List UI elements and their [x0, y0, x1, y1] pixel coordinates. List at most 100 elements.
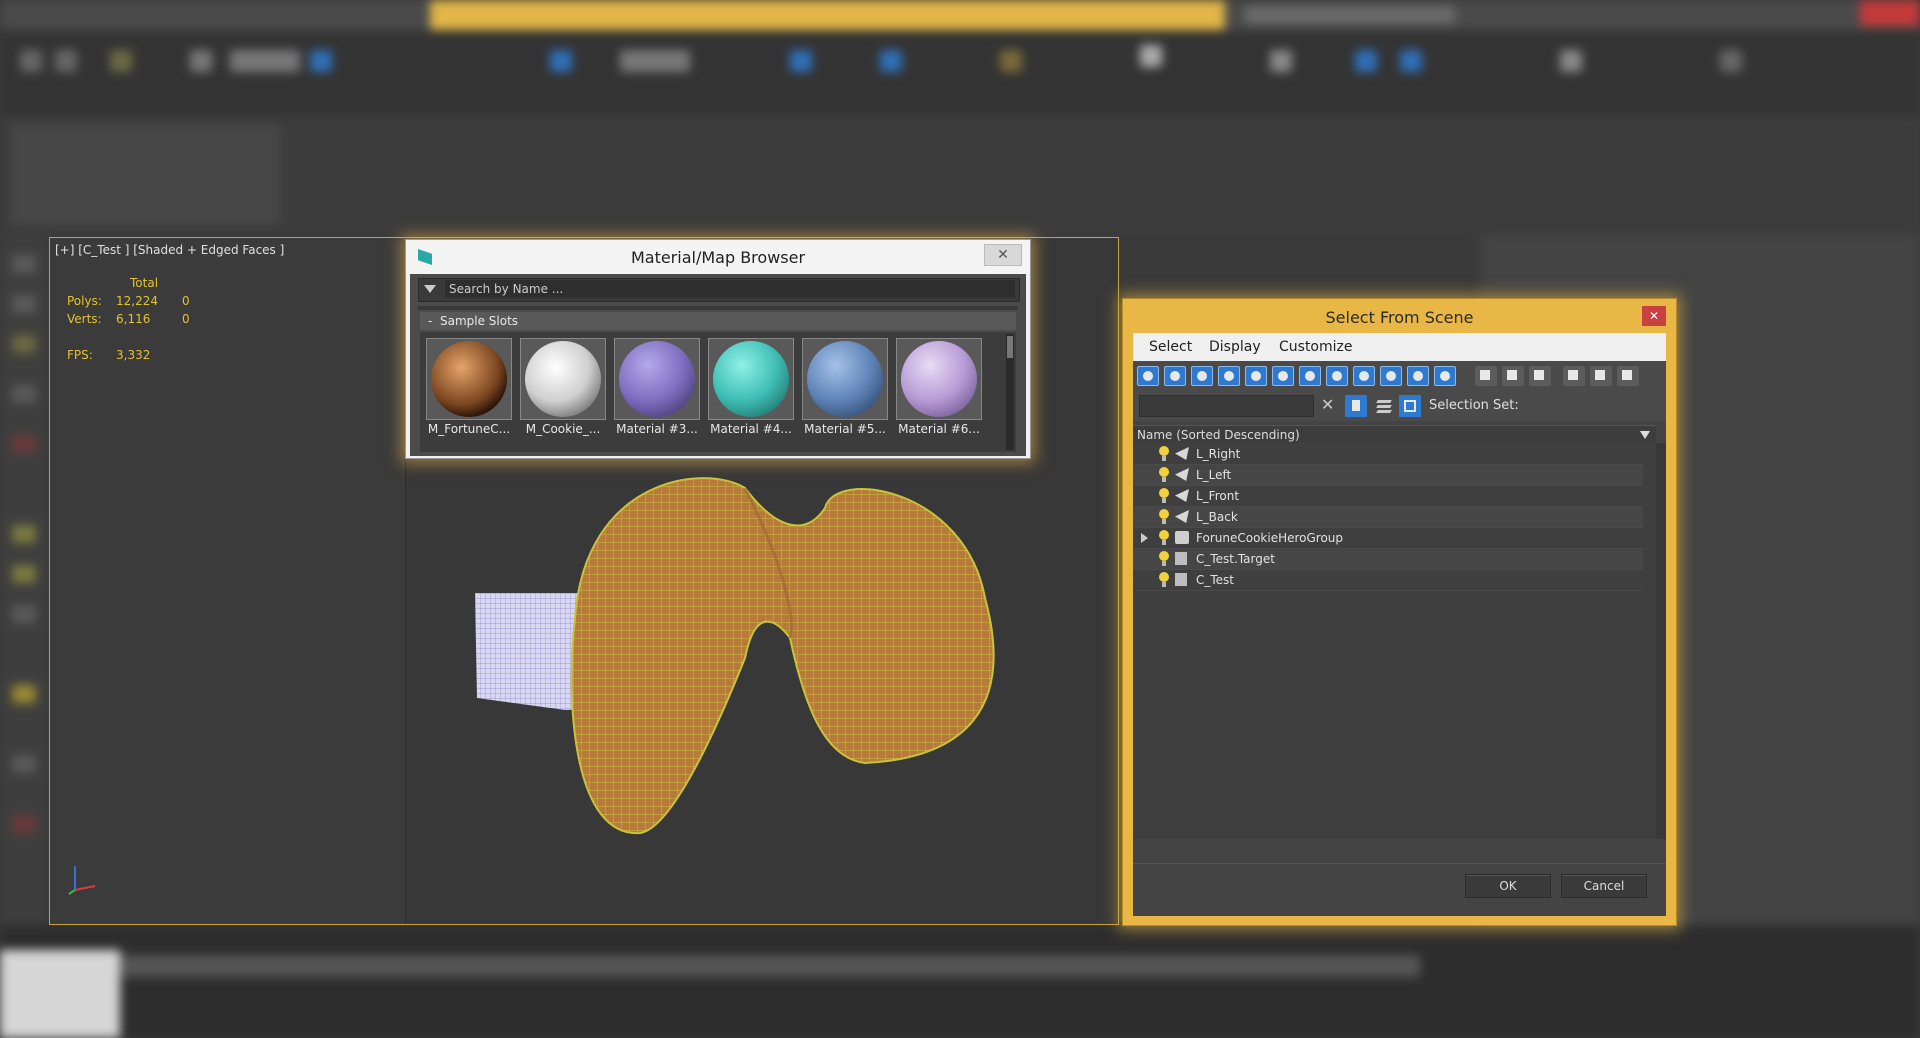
material-slot[interactable]: M_Cookie_... — [518, 338, 608, 438]
main-toolbar — [0, 30, 1920, 115]
menu-display[interactable]: Display — [1209, 339, 1261, 355]
group-icon — [1175, 531, 1189, 544]
ribbon — [0, 115, 1920, 235]
display-invert-icon[interactable] — [1529, 366, 1551, 386]
name-column-header[interactable]: Name (Sorted Descending) — [1133, 425, 1656, 443]
filter-options-icon[interactable] — [1590, 366, 1612, 386]
material-browser-body: - Sample Slots M_FortuneC... M_Cookie_..… — [410, 274, 1026, 456]
list-item[interactable]: L_Right — [1133, 444, 1643, 465]
light-bulb-icon[interactable] — [1159, 551, 1169, 566]
verts-selected-value: 0 — [182, 312, 190, 326]
light-bulb-icon[interactable] — [1159, 572, 1169, 587]
left-command-bar — [0, 235, 48, 925]
list-item[interactable]: L_Front — [1133, 486, 1643, 507]
light-bulb-icon[interactable] — [1159, 488, 1169, 503]
list-item[interactable]: ForuneCookieHeroGroup — [1133, 528, 1643, 549]
material-slot-label: M_FortuneC... — [427, 422, 511, 436]
list-item-label: L_Right — [1196, 447, 1241, 461]
sample-slots-header[interactable]: - Sample Slots — [420, 312, 1016, 330]
display-bones-icon[interactable] — [1353, 366, 1375, 386]
light-bulb-icon[interactable] — [1159, 467, 1169, 482]
list-item-label: L_Left — [1196, 468, 1232, 482]
list-item-label: C_Test.Target — [1196, 552, 1275, 566]
display-helpers-icon[interactable] — [1245, 366, 1267, 386]
slots-scrollbar[interactable] — [1006, 334, 1014, 450]
close-icon[interactable]: ✕ — [984, 244, 1022, 266]
list-item[interactable]: C_Test.Target — [1133, 549, 1643, 570]
ok-button[interactable]: OK — [1465, 874, 1551, 898]
menu-select[interactable]: Select — [1149, 339, 1192, 355]
options-dropdown-icon[interactable] — [424, 285, 436, 293]
axis-gizmo-icon — [68, 866, 96, 895]
display-hidden-icon[interactable] — [1434, 366, 1456, 386]
column-header-label: Name (Sorted Descending) — [1137, 428, 1300, 442]
menu-bar: Select Display Customize — [1133, 333, 1666, 361]
material-sphere — [713, 341, 789, 417]
list-item-label: ForuneCookieHeroGroup — [1196, 531, 1344, 545]
cancel-button[interactable]: Cancel — [1561, 874, 1647, 898]
list-scrollbar[interactable] — [1656, 443, 1666, 839]
display-lights-icon[interactable] — [1191, 366, 1213, 386]
material-slot[interactable]: Material #6... — [894, 338, 984, 438]
panel-options-icon[interactable] — [1617, 366, 1639, 386]
stats-total-label: Total — [130, 276, 159, 290]
display-none-icon[interactable] — [1502, 366, 1524, 386]
select-from-scene-window: Select From Scene ✕ Select Display Custo… — [1122, 298, 1677, 926]
menu-customize[interactable]: Customize — [1279, 339, 1353, 355]
material-slot[interactable]: M_FortuneC... — [424, 338, 514, 438]
material-slot-label: M_Cookie_... — [525, 422, 601, 436]
material-slot-label: Material #4... — [710, 422, 792, 436]
hierarchy-icon[interactable] — [1399, 395, 1421, 417]
light-icon — [1175, 489, 1189, 502]
display-containers-icon[interactable] — [1380, 366, 1402, 386]
find-case-sensitive-icon[interactable] — [1345, 395, 1367, 417]
display-geometry-icon[interactable] — [1137, 366, 1159, 386]
clear-find-icon[interactable]: ✕ — [1321, 395, 1334, 414]
camera-target-icon — [1175, 552, 1187, 565]
display-cameras-icon[interactable] — [1218, 366, 1240, 386]
material-slot[interactable]: Material #3... — [612, 338, 702, 438]
polys-value: 12,224 — [116, 294, 158, 308]
material-map-browser-window: Material/Map Browser ✕ - Sample Slots M_… — [405, 239, 1031, 459]
list-item[interactable]: C_Test — [1133, 570, 1643, 591]
chevron-down-icon[interactable] — [1640, 431, 1650, 439]
list-item-label: L_Back — [1196, 510, 1238, 524]
display-frozen-icon[interactable] — [1407, 366, 1429, 386]
sample-slots-grid: M_FortuneC... M_Cookie_... Material #3..… — [420, 332, 1016, 452]
scene-object-list: L_Right L_Left L_Front L_Back ForuneCook… — [1133, 443, 1656, 839]
fps-value: 3,332 — [116, 348, 151, 362]
display-spacewarps-icon[interactable] — [1272, 366, 1294, 386]
search-input[interactable] — [445, 280, 1015, 298]
fps-label: FPS: — [67, 348, 93, 362]
display-groups-icon[interactable] — [1299, 366, 1321, 386]
polys-selected-value: 0 — [182, 294, 190, 308]
expand-arrow-icon[interactable] — [1141, 533, 1148, 543]
display-shapes-icon[interactable] — [1164, 366, 1186, 386]
layers-icon[interactable] — [1375, 397, 1393, 415]
display-xrefs-icon[interactable] — [1326, 366, 1348, 386]
material-sphere — [901, 341, 977, 417]
divider — [418, 306, 1018, 310]
display-all-icon[interactable] — [1475, 366, 1497, 386]
light-bulb-icon[interactable] — [1159, 509, 1169, 524]
material-browser-title-bar[interactable]: Material/Map Browser ✕ — [406, 240, 1030, 274]
list-item[interactable]: L_Left — [1133, 465, 1643, 486]
light-bulb-icon[interactable] — [1159, 446, 1169, 461]
find-input[interactable] — [1139, 395, 1314, 417]
filter-icon[interactable] — [1563, 366, 1585, 386]
timeline — [0, 925, 1920, 1038]
close-icon[interactable]: ✕ — [1642, 306, 1666, 326]
viewport-left-pane: [+] [C_Test ] [Shaded + Edged Faces ] To… — [50, 238, 406, 924]
dialog-footer: OK Cancel — [1133, 863, 1666, 916]
material-slot[interactable]: Material #4... — [706, 338, 796, 438]
material-browser-title: Material/Map Browser — [630, 248, 806, 267]
polys-label: Polys: — [67, 294, 102, 308]
filter-toolbar — [1133, 361, 1666, 391]
light-bulb-icon[interactable] — [1159, 530, 1169, 545]
material-slot-label: Material #3... — [616, 422, 698, 436]
app-title-bar — [0, 0, 1920, 30]
viewport-label[interactable]: [+] [C_Test ] [Shaded + Edged Faces ] — [55, 243, 284, 257]
light-icon — [1175, 447, 1189, 460]
list-item[interactable]: L_Back — [1133, 507, 1643, 528]
material-slot[interactable]: Material #5... — [800, 338, 890, 438]
